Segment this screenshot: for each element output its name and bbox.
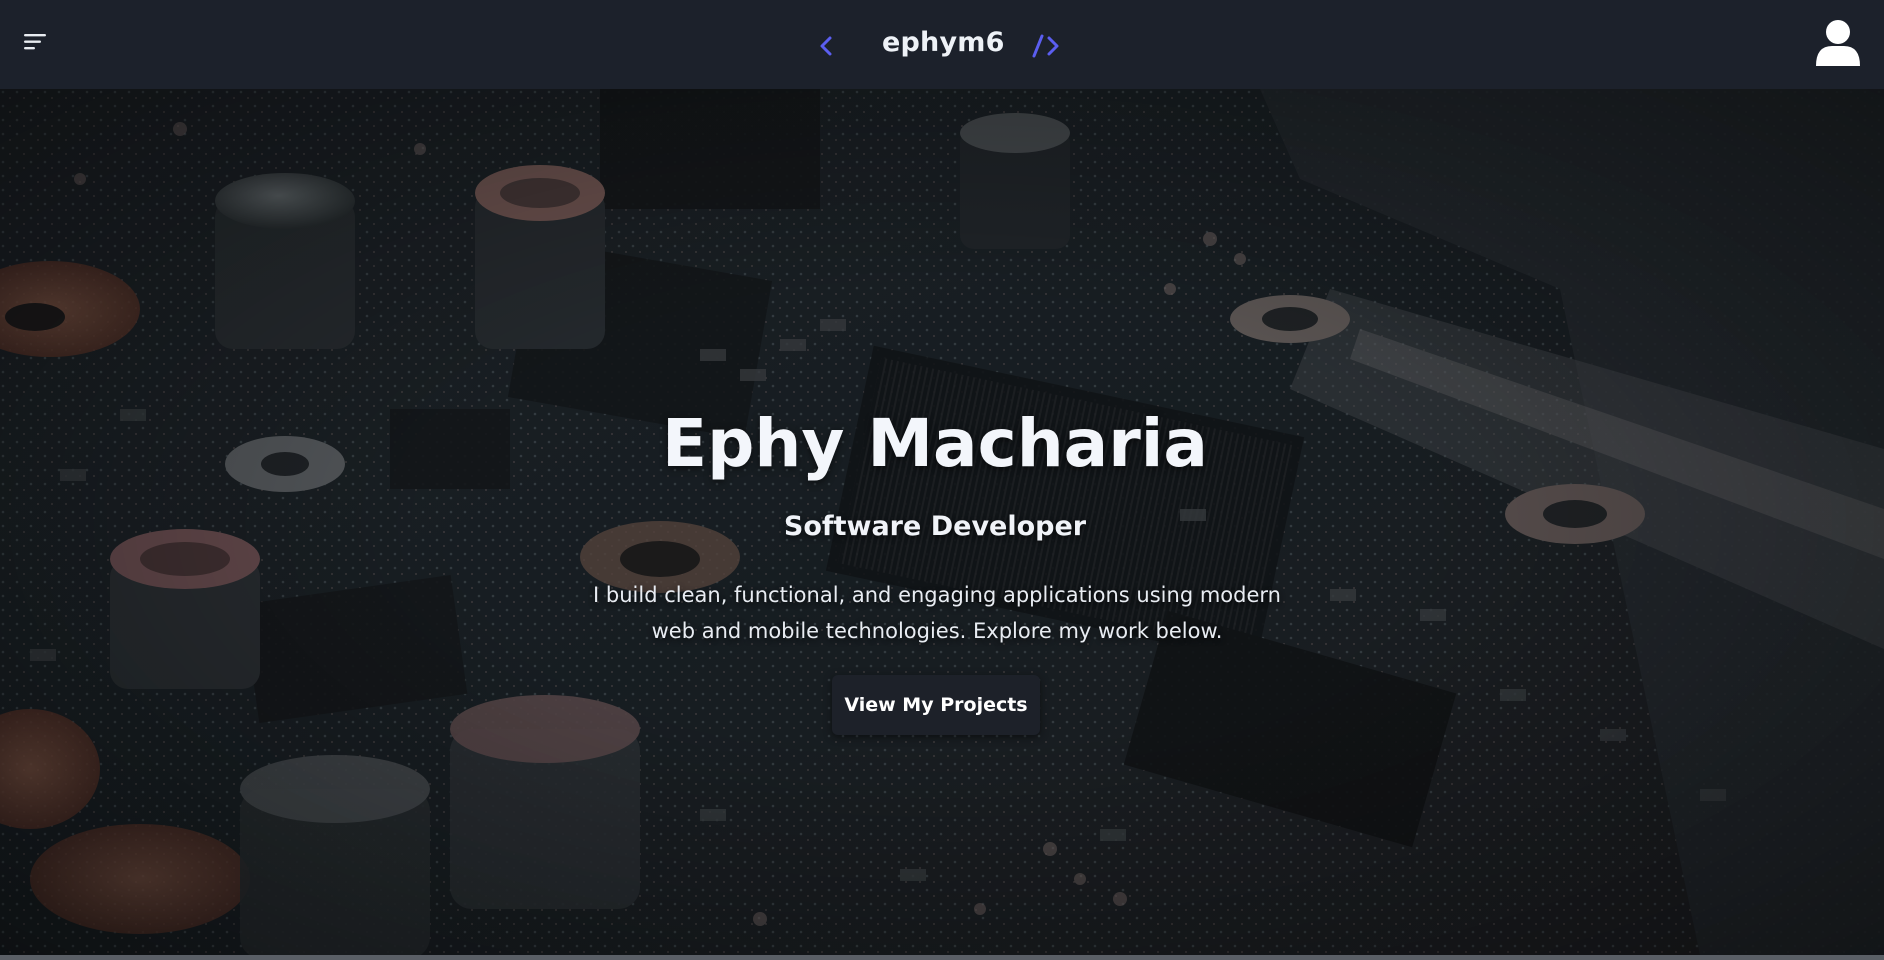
view-projects-button[interactable]: View My Projects <box>832 675 1040 735</box>
hero-title: Ephy Macharia <box>662 405 1208 482</box>
hero-subtitle: Software Developer <box>783 511 1087 542</box>
user-icon <box>1816 20 1860 66</box>
brand-name: ephym6 <box>882 27 1005 58</box>
top-navbar: ephym6 <box>0 0 1884 89</box>
slash-chevron-right-icon <box>1032 34 1059 58</box>
hero-content: Ephy Macharia Software Developer I build… <box>0 89 1884 955</box>
user-account-button[interactable] <box>1810 14 1866 70</box>
page: ephym6 Ephy Macharia Software Developer … <box>0 0 1884 960</box>
menu-icon <box>24 34 46 50</box>
bottom-edge-divider <box>0 955 1884 960</box>
brand-logo-link[interactable]: ephym6 <box>810 18 1066 68</box>
hero-description: I build clean, functional, and engaging … <box>593 583 1281 643</box>
menu-button[interactable] <box>22 30 50 54</box>
hero-section: Ephy Macharia Software Developer I build… <box>0 89 1884 955</box>
chevron-left-icon <box>820 36 832 56</box>
